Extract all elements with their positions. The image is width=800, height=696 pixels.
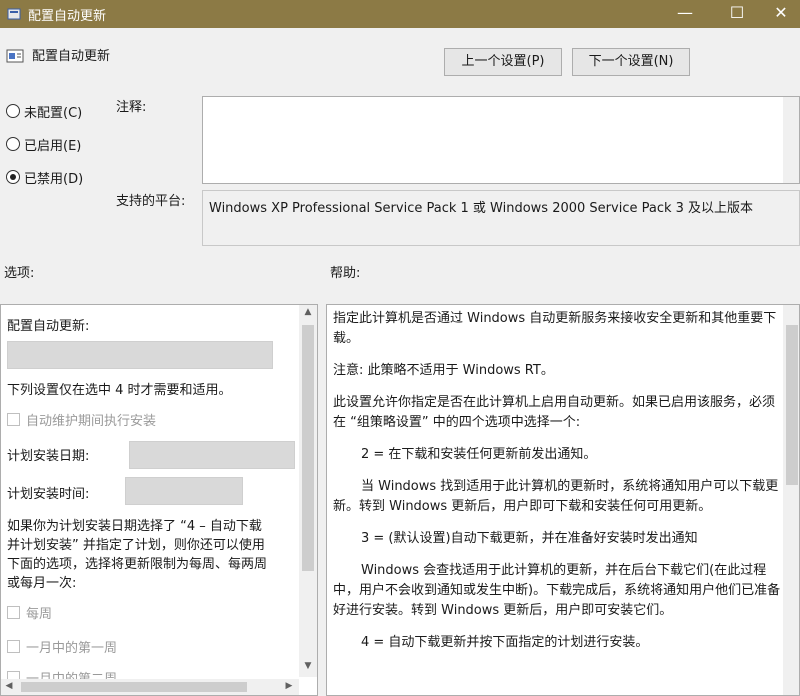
help-paragraph: 注意: 此策略不适用于 Windows RT。: [333, 363, 554, 378]
comment-label: 注释:: [116, 100, 147, 115]
platform-scrollbar[interactable]: [783, 191, 799, 245]
help-paragraph: 当 Windows 找到适用于此计算机的更新时，系统将通知用户可以下载更新。转到…: [333, 479, 779, 514]
weekly-checkbox-row[interactable]: 每周: [7, 603, 52, 622]
policy-icon: [7, 8, 21, 20]
radio-label: 未配置(C): [24, 105, 83, 121]
help-pane: 指定此计算机是否通过 Windows 自动更新服务来接收安全更新和其他重要下载。…: [326, 304, 800, 696]
help-paragraph: 指定此计算机是否通过 Windows 自动更新服务来接收安全更新和其他重要下载。: [333, 311, 777, 346]
weekly-checkbox-label: 每周: [26, 607, 53, 622]
help-scroll-thumb[interactable]: [786, 325, 798, 485]
configure-dropdown[interactable]: [7, 341, 273, 369]
help-label: 帮助:: [330, 266, 361, 281]
options-horizontal-scrollbar[interactable]: ◀ ▶: [1, 679, 299, 695]
setting-title: 配置自动更新: [32, 49, 111, 64]
help-paragraph: 4 = 自动下载更新并按下面指定的计划进行安装。: [361, 635, 649, 650]
help-paragraph: Windows 会查找适用于此计算机的更新，并在后台下载它们(在此过程中，用户不…: [333, 563, 781, 618]
maintenance-checkbox-row[interactable]: 自动维护期间执行安装: [7, 410, 156, 429]
first-week-checkbox[interactable]: [7, 640, 20, 653]
scroll-up-arrow-icon[interactable]: ▲: [299, 307, 317, 317]
install-day-label: 计划安装日期:: [7, 449, 90, 464]
help-paragraph: 此设置允许你指定是否在此计算机上启用自动更新。如果已启用该服务，必须在 “组策略…: [333, 395, 776, 430]
next-setting-button[interactable]: 下一个设置(N): [572, 48, 690, 76]
maintenance-checkbox[interactable]: [7, 413, 20, 426]
first-week-checkbox-label: 一月中的第一周: [26, 641, 118, 656]
radio-disabled[interactable]: 已禁用(D): [6, 167, 83, 187]
platform-value: Windows XP Professional Service Pack 1 或…: [209, 201, 754, 216]
radio-label: 已启用(E): [24, 138, 82, 154]
platform-box: Windows XP Professional Service Pack 1 或…: [202, 190, 800, 246]
options-label: 选项:: [4, 266, 35, 281]
radio-circle-checked[interactable]: [6, 170, 20, 184]
explain-line: 并计划安装” 并指定了计划，则你还可以使用: [7, 538, 265, 553]
comment-scrollbar[interactable]: [783, 97, 799, 183]
only-when-4-text: 下列设置仅在选中 4 时才需要和适用。: [7, 383, 232, 398]
radio-not-configured[interactable]: 未配置(C): [6, 101, 82, 121]
explain-line: 如果你为计划安装日期选择了 “4 – 自动下载: [7, 519, 262, 534]
options-hscroll-thumb[interactable]: [21, 682, 247, 692]
options-scroll-thumb[interactable]: [302, 325, 314, 571]
help-text: 指定此计算机是否通过 Windows 自动更新服务来接收安全更新和其他重要下载。…: [333, 309, 781, 665]
options-pane: 配置自动更新: 下列设置仅在选中 4 时才需要和适用。 自动维护期间执行安装 计…: [0, 304, 318, 696]
scroll-right-arrow-icon[interactable]: ▶: [283, 681, 295, 691]
explain-line: 或每月一次:: [7, 576, 77, 591]
title-bar: 配置自动更新 — ☐ ✕: [0, 0, 800, 28]
window-title: 配置自动更新: [28, 9, 107, 24]
scroll-left-arrow-icon[interactable]: ◀: [3, 681, 15, 691]
schedule-explain-text: 如果你为计划安装日期选择了 “4 – 自动下载 并计划安装” 并指定了计划，则你…: [7, 517, 295, 593]
help-paragraph: 2 = 在下载和安装任何更新前发出通知。: [361, 447, 597, 462]
minimize-button[interactable]: —: [662, 0, 708, 28]
policy-setting-icon: [6, 49, 24, 63]
previous-setting-button[interactable]: 上一个设置(P): [444, 48, 562, 76]
radio-circle[interactable]: [6, 104, 20, 118]
maintenance-checkbox-label: 自动维护期间执行安装: [26, 414, 157, 429]
install-time-label: 计划安装时间:: [7, 487, 90, 502]
radio-enabled[interactable]: 已启用(E): [6, 134, 81, 154]
install-day-dropdown[interactable]: [129, 441, 295, 469]
help-vertical-scrollbar[interactable]: [783, 305, 799, 695]
first-week-checkbox-row[interactable]: 一月中的第一周: [7, 637, 117, 656]
close-button[interactable]: ✕: [762, 0, 800, 28]
comment-textarea[interactable]: [202, 96, 800, 184]
options-vertical-scrollbar[interactable]: ▲ ▼: [299, 305, 317, 677]
maximize-button[interactable]: ☐: [714, 0, 760, 28]
radio-label: 已禁用(D): [24, 171, 84, 187]
radio-circle[interactable]: [6, 137, 20, 151]
platform-label: 支持的平台:: [116, 194, 186, 209]
install-time-dropdown[interactable]: [125, 477, 243, 505]
weekly-checkbox[interactable]: [7, 606, 20, 619]
scroll-down-arrow-icon[interactable]: ▼: [299, 661, 317, 671]
configure-label: 配置自动更新:: [7, 319, 90, 334]
explain-line: 下面的选项，选择将更新限制为每周、每两周: [7, 557, 268, 572]
help-paragraph: 3 = (默认设置)自动下载更新，并在准备好安装时发出通知: [361, 531, 698, 546]
